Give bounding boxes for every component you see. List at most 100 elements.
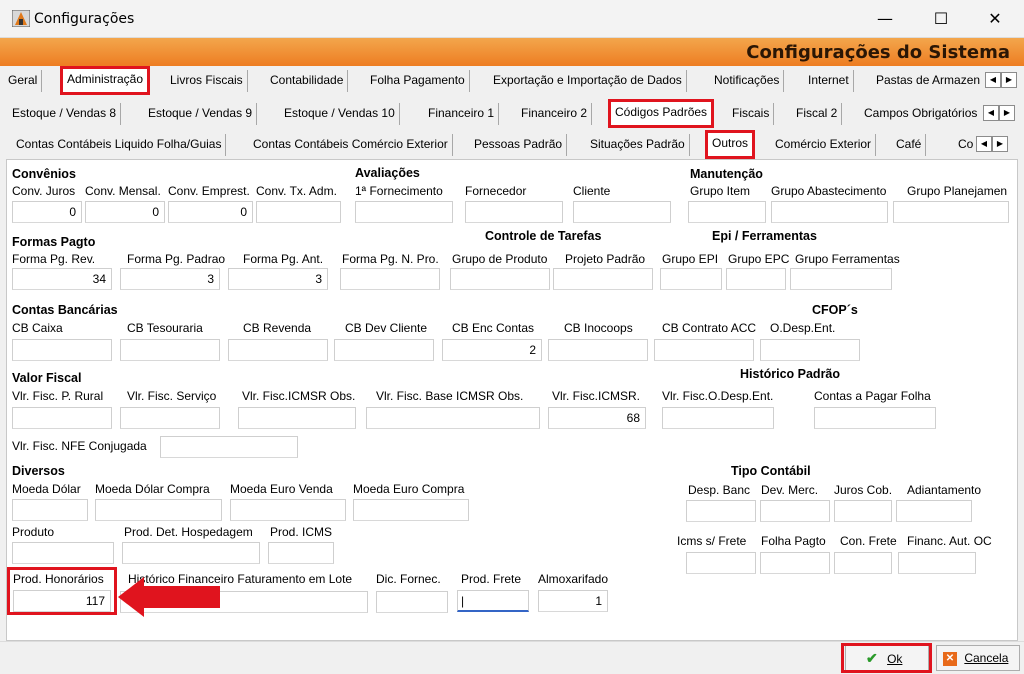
cb-inocoops-field[interactable]	[548, 339, 648, 361]
prod-frete-field[interactable]: |	[457, 590, 529, 612]
tab-estoque-9[interactable]: Estoque / Vendas 9	[144, 103, 258, 125]
tab-internet[interactable]: Internet	[804, 70, 854, 92]
tab-financeiro-1[interactable]: Financeiro 1	[424, 103, 500, 125]
grupo-epi-field[interactable]	[660, 268, 722, 290]
tab-notificacoes[interactable]: Notificações	[710, 70, 785, 92]
moeda-euro-compra-field[interactable]	[353, 499, 469, 521]
prod-icms-field[interactable]	[268, 542, 334, 564]
scroll-left-icon[interactable]: ◀	[985, 72, 1001, 88]
conv-emprest-field[interactable]: 0	[168, 201, 253, 223]
dic-fornec-field[interactable]	[376, 591, 448, 613]
grupo-produto-field[interactable]	[450, 268, 550, 290]
minimize-button[interactable]: —	[862, 0, 908, 38]
grupo-abastecimento-field[interactable]	[771, 201, 888, 223]
tab-cafe[interactable]: Café	[892, 134, 927, 156]
tab-fiscal-2[interactable]: Fiscal 2	[792, 103, 843, 125]
tab-outros[interactable]: Outros	[704, 130, 756, 159]
vlr-fisc-servico-field[interactable]	[120, 407, 220, 429]
desp-banc-field[interactable]	[686, 500, 756, 522]
contas-pagar-folha-field[interactable]	[814, 407, 936, 429]
conv-juros-field[interactable]: 0	[12, 201, 82, 223]
vlr-fisc-icmsr-obs-field[interactable]	[238, 407, 356, 429]
cb-dev-cliente-field[interactable]	[334, 339, 434, 361]
label-icms-frete: Icms s/ Frete	[677, 534, 747, 548]
cb-tesouraria-field[interactable]	[120, 339, 220, 361]
moeda-dolar-compra-field[interactable]	[95, 499, 222, 521]
almoxarifado-field[interactable]: 1	[538, 590, 608, 612]
vlr-fisc-base-icmsr-obs-field[interactable]	[366, 407, 540, 429]
con-frete-field[interactable]	[834, 552, 892, 574]
grupo-planejamento-field[interactable]	[893, 201, 1009, 223]
tab-pastas[interactable]: Pastas de Armazen	[872, 70, 984, 92]
label-prod-icms: Prod. ICMS	[270, 525, 333, 539]
maximize-button[interactable]: ☐	[918, 0, 964, 38]
cb-revenda-field[interactable]	[228, 339, 328, 361]
tab-contabilidade[interactable]: Contabilidade	[266, 70, 349, 92]
moeda-euro-venda-field[interactable]	[230, 499, 346, 521]
tab-estoque-10[interactable]: Estoque / Vendas 10	[280, 103, 400, 125]
moeda-dolar-field[interactable]	[12, 499, 88, 521]
icms-frete-field[interactable]	[686, 552, 756, 574]
tab-fiscais[interactable]: Fiscais	[728, 103, 775, 125]
tab-geral[interactable]: Geral	[4, 70, 43, 92]
scroll-left-icon[interactable]: ◀	[976, 136, 992, 152]
label-cb-contrato-acc: CB Contrato ACC	[662, 321, 757, 335]
conv-mensal-field[interactable]: 0	[85, 201, 165, 223]
folha-pagto-field[interactable]	[760, 552, 830, 574]
scroll-right-icon[interactable]: ▶	[992, 136, 1008, 152]
vlr-fisc-icmsr-field[interactable]: 68	[548, 407, 646, 429]
dev-merc-field[interactable]	[760, 500, 830, 522]
cb-enc-contas-field[interactable]: 2	[442, 339, 542, 361]
tab-folha-pagamento[interactable]: Folha Pagamento	[366, 70, 470, 92]
tab-pessoas-padrao[interactable]: Pessoas Padrão	[470, 134, 568, 156]
tab-comercio-exterior[interactable]: Comércio Exterior	[771, 134, 877, 156]
tab-contas-comercio-exterior[interactable]: Contas Contábeis Comércio Exterior	[249, 134, 453, 156]
tab-estoque-8[interactable]: Estoque / Vendas 8	[8, 103, 122, 125]
forma-pg-padrao-field[interactable]: 3	[120, 268, 220, 290]
grupo-item-field[interactable]	[688, 201, 766, 223]
cliente-field[interactable]	[573, 201, 671, 223]
scroll-right-icon[interactable]: ▶	[999, 105, 1015, 121]
close-button[interactable]: ✕	[972, 0, 1018, 38]
cb-caixa-field[interactable]	[12, 339, 112, 361]
label-adiantamento: Adiantamento	[907, 483, 982, 497]
conv-tx-adm-field[interactable]	[256, 201, 341, 223]
tab-row-1: Geral Administração Livros Fiscais Conta…	[0, 66, 1024, 95]
tab-exportacao[interactable]: Exportação e Importação de Dados	[489, 70, 687, 92]
vlr-fisc-o-desp-ent-field[interactable]	[662, 407, 774, 429]
tab-financeiro-2[interactable]: Financeiro 2	[517, 103, 593, 125]
produto-field[interactable]	[12, 542, 114, 564]
grupo-epc-field[interactable]	[726, 268, 786, 290]
fornecedor-field[interactable]	[465, 201, 563, 223]
cancel-button[interactable]: ✕ Cancela	[936, 645, 1020, 671]
tab-administracao[interactable]: Administração	[59, 66, 151, 95]
scroll-left-icon[interactable]: ◀	[983, 105, 999, 121]
scroll-right-icon[interactable]: ▶	[1001, 72, 1017, 88]
forma-pg-rev-field[interactable]: 34	[12, 268, 112, 290]
financ-aut-oc-field[interactable]	[898, 552, 976, 574]
tab-situacoes-padrao[interactable]: Situações Padrão	[586, 134, 690, 156]
adiantamento-field[interactable]	[896, 500, 972, 522]
label-vlr-fisc-nfe-conjugada: Vlr. Fisc. NFE Conjugada	[12, 439, 147, 453]
tab-livros-fiscais[interactable]: Livros Fiscais	[166, 70, 248, 92]
1a-fornecimento-field[interactable]	[355, 201, 453, 223]
grupo-ferramentas-field[interactable]	[790, 268, 892, 290]
tab-codigos-padroes[interactable]: Códigos Padrões	[607, 99, 715, 128]
tab-campos-obrigatorios[interactable]: Campos Obrigatórios	[860, 103, 981, 125]
vlr-fisc-nfe-conjugada-field[interactable]	[160, 436, 298, 458]
o-desp-ent-field[interactable]	[760, 339, 860, 361]
tab-contas-liquido-folha[interactable]: Contas Contábeis Liquido Folha/Guias	[12, 134, 227, 156]
label-vlr-fisc-base-icmsr-obs: Vlr. Fisc. Base ICMSR Obs.	[376, 389, 524, 403]
prod-det-hospedagem-field[interactable]	[122, 542, 260, 564]
label-moeda-euro-venda: Moeda Euro Venda	[230, 482, 333, 496]
forma-pg-ant-field[interactable]: 3	[228, 268, 328, 290]
projeto-padrao-field[interactable]	[553, 268, 653, 290]
juros-cob-field[interactable]	[834, 500, 892, 522]
label-grupo-item: Grupo Item	[690, 184, 751, 198]
cancel-label: Cancela	[964, 651, 1009, 665]
cb-contrato-acc-field[interactable]	[654, 339, 754, 361]
forma-pg-n-pro-field[interactable]	[340, 268, 440, 290]
tab-co[interactable]: Co	[954, 134, 977, 156]
vlr-fisc-p-rural-field[interactable]	[12, 407, 112, 429]
label-forma-pg-n-pro: Forma Pg. N. Pro.	[342, 252, 439, 266]
